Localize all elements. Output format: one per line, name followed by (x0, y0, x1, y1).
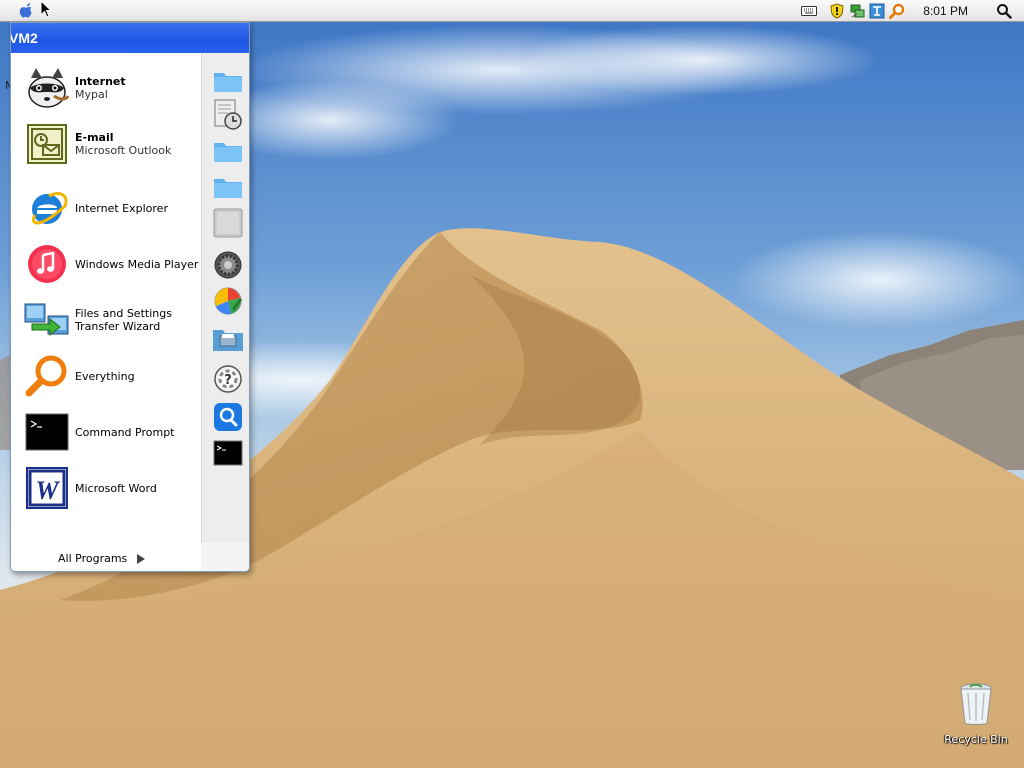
security-shield-icon[interactable] (828, 2, 846, 20)
start-item-everything[interactable]: Everything (11, 349, 201, 403)
language-icon[interactable] (868, 2, 886, 20)
run-icon[interactable] (212, 437, 244, 469)
search-tool-icon[interactable] (888, 2, 906, 20)
printers-folder-icon[interactable] (212, 323, 244, 355)
all-programs-button[interactable]: All Programs (58, 552, 146, 565)
all-programs-label: All Programs (58, 552, 128, 565)
internet-explorer-label: Internet Explorer (75, 201, 168, 215)
word-label: Microsoft Word (75, 481, 157, 495)
transfer-wizard-label-line1: Files and Settings (75, 307, 172, 320)
apple-icon (19, 3, 32, 18)
media-player-icon (23, 240, 71, 288)
start-item-internet-explorer[interactable]: Internet Explorer (11, 181, 201, 235)
outlook-icon (23, 120, 71, 168)
keyboard-icon[interactable] (800, 2, 818, 20)
internet-subtitle: Mypal (75, 88, 108, 101)
clock-document-icon[interactable] (212, 99, 244, 131)
raccoon-browser-icon (23, 64, 71, 112)
start-item-media-player[interactable]: Windows Media Player (11, 237, 201, 291)
command-prompt-icon (23, 408, 71, 456)
everything-search-icon (23, 352, 71, 400)
magnifier-icon (997, 4, 1012, 19)
menu-bar: 8:01 PM (0, 0, 1024, 22)
search-icon[interactable] (212, 401, 244, 433)
start-item-transfer-wizard[interactable]: Files and Settings Transfer Wizard (11, 293, 201, 347)
folder-documents-icon[interactable] (212, 65, 244, 97)
start-menu-places-footer (201, 543, 249, 571)
svg-text:?: ? (224, 373, 232, 388)
word-icon: W (23, 464, 71, 512)
start-item-word[interactable]: W Microsoft Word (11, 461, 201, 515)
settings-icon[interactable] (212, 249, 244, 281)
recycle-bin-icon (960, 683, 992, 725)
command-prompt-label: Command Prompt (75, 425, 175, 439)
internet-title: Internet (75, 75, 126, 88)
media-player-label: Windows Media Player (75, 257, 199, 271)
everything-label: Everything (75, 369, 135, 383)
folder-music-icon[interactable] (212, 171, 244, 203)
computer-icon[interactable] (212, 207, 244, 239)
user-name: VM2 (10, 30, 38, 46)
apple-menu-button[interactable] (16, 1, 38, 21)
network-icon[interactable] (848, 2, 866, 20)
start-item-email[interactable]: E-mail Microsoft Outlook (11, 117, 201, 171)
email-subtitle: Microsoft Outlook (75, 144, 172, 157)
start-menu-header: VM2 (11, 23, 249, 53)
transfer-wizard-icon (23, 296, 71, 344)
recycle-bin[interactable]: Recycle Bin (944, 682, 1008, 746)
control-panel-icon[interactable] (212, 285, 244, 317)
system-tray: 8:01 PM (799, 0, 1024, 22)
start-item-command-prompt[interactable]: Command Prompt (11, 405, 201, 459)
right-arrow-icon (137, 553, 146, 564)
start-menu: VM2 Internet Mypal E-mail Microsoft Outl… (10, 22, 250, 572)
help-icon[interactable]: ? (212, 363, 244, 395)
recycle-bin-label: Recycle Bin (944, 733, 1008, 746)
clock[interactable]: 8:01 PM (923, 4, 968, 18)
spotlight-button[interactable] (994, 1, 1014, 21)
transfer-wizard-label-line2: Transfer Wizard (75, 320, 161, 333)
folder-pictures-icon[interactable] (212, 135, 244, 167)
mouse-cursor-icon (40, 0, 52, 18)
internet-explorer-icon (23, 184, 71, 232)
svg-text:W: W (35, 476, 60, 505)
start-item-internet[interactable]: Internet Mypal (11, 61, 201, 115)
email-title: E-mail (75, 131, 114, 144)
start-menu-programs: InternetMypal E-mailMicrosoft Outlook (11, 53, 201, 571)
start-menu-places: ? (201, 53, 249, 543)
